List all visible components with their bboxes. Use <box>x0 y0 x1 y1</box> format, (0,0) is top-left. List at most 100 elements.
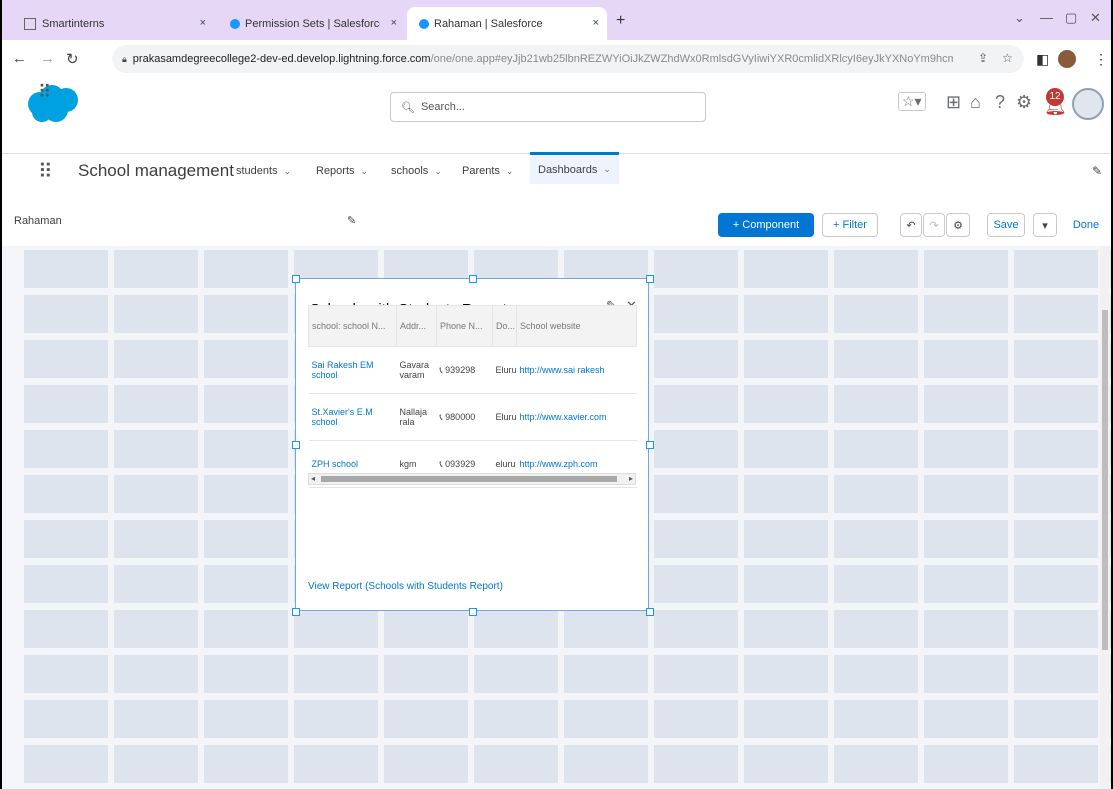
school-name-link[interactable]: Sai Rakesh EM school <box>308 346 397 394</box>
salesforce-logo-icon[interactable] <box>26 84 82 124</box>
redo-button[interactable]: ↷ <box>923 213 945 237</box>
website-link[interactable]: http://www.xavier.com <box>516 393 637 441</box>
column-header[interactable]: school: school N... <box>308 305 397 347</box>
phone-value: 939298 <box>445 364 476 375</box>
minimize-icon[interactable]: — <box>1040 10 1053 25</box>
phone-cell[interactable]: 📞︎ 939298 <box>436 346 493 394</box>
grid-cell <box>834 700 918 738</box>
district-cell: Eluru <box>492 346 517 394</box>
tab-permission-sets[interactable]: Permission Sets | Salesforce × <box>220 7 405 40</box>
grid-cell <box>24 385 108 423</box>
grid-cell <box>744 475 828 513</box>
extension-icon[interactable]: ◧ <box>1036 51 1049 68</box>
new-tab-button[interactable]: + <box>616 12 625 30</box>
maximize-icon[interactable]: ▢ <box>1065 10 1077 26</box>
grid-cell <box>204 250 288 288</box>
horizontal-scrollbar[interactable]: ◂ ▸ <box>308 473 636 485</box>
favorites-icon[interactable]: ☆▾ <box>898 92 926 111</box>
chevron-down-icon[interactable]: ⌄ <box>361 166 369 177</box>
add-filter-button[interactable]: + Filter <box>822 213 878 237</box>
close-icon[interactable]: × <box>593 17 599 29</box>
grid-cell <box>654 475 738 513</box>
resize-handle[interactable] <box>469 608 477 616</box>
scroll-thumb[interactable] <box>321 476 617 482</box>
tab-search-icon[interactable]: ⌄ <box>1014 10 1025 26</box>
resize-handle[interactable] <box>292 275 300 283</box>
help-icon[interactable]: ? <box>995 92 1005 113</box>
resize-handle[interactable] <box>292 441 300 449</box>
url-path: /one/one.app#eyJjb21wb25lbnREZWYiOiJkZWZ… <box>430 53 953 65</box>
setup-gear-icon[interactable]: ⚙ <box>1016 92 1032 113</box>
column-header[interactable]: School website <box>516 305 637 347</box>
resize-handle[interactable] <box>292 608 300 616</box>
nav-item-dashboards[interactable]: Dashboards ⌄ <box>530 152 619 184</box>
bookmark-star-icon[interactable]: ☆ <box>1002 51 1013 65</box>
forward-icon[interactable]: → <box>40 50 55 67</box>
close-icon[interactable]: × <box>200 17 206 29</box>
phone-icon: 📞︎ <box>439 364 443 375</box>
grid-cell <box>204 520 288 558</box>
grid-cell <box>384 700 468 738</box>
resize-handle[interactable] <box>646 441 654 449</box>
scroll-thumb[interactable] <box>1102 310 1108 650</box>
chevron-down-icon[interactable]: ⌄ <box>506 166 514 177</box>
nav-item-schools[interactable]: schools ⌄ <box>391 165 442 177</box>
report-component[interactable]: Schools with Students Report ✎ ✕ school:… <box>292 275 654 616</box>
back-icon[interactable]: ← <box>12 50 27 67</box>
window-close-icon[interactable]: ✕ <box>1090 10 1101 26</box>
chevron-down-icon[interactable]: ⌄ <box>284 166 292 177</box>
global-search-input[interactable]: 🔍︎ Search... <box>390 92 706 122</box>
tab-rahaman[interactable]: Rahaman | Salesforce × <box>407 7 607 40</box>
chevron-down-icon[interactable]: ⌄ <box>603 164 611 175</box>
save-menu-chevron-button[interactable]: ▾ <box>1033 213 1057 237</box>
undo-button[interactable]: ↶ <box>900 213 922 237</box>
scroll-right-icon[interactable]: ▸ <box>629 474 633 483</box>
grid-cell <box>1014 520 1098 558</box>
scroll-left-icon[interactable]: ◂ <box>311 474 315 483</box>
column-header[interactable]: Do... <box>492 305 517 347</box>
nav-item-reports[interactable]: Reports ⌄ <box>316 165 368 177</box>
phone-icon: 📞︎ <box>439 411 443 422</box>
grid-cell <box>744 430 828 468</box>
tab-smartinterns[interactable]: Smartinterns × <box>14 7 214 40</box>
grid-cell <box>1014 250 1098 288</box>
grid-cell <box>924 340 1008 378</box>
done-button[interactable]: Done <box>1066 213 1106 237</box>
settings-gear-button[interactable]: ⚙ <box>946 213 970 237</box>
url-field[interactable]: 🔒︎ prakasamdegreecollege2-dev-ed.develop… <box>112 45 1024 73</box>
add-component-button[interactable]: + Component <box>718 213 814 237</box>
resize-handle[interactable] <box>646 608 654 616</box>
phone-cell[interactable]: 📞︎ 980000 <box>436 393 493 441</box>
website-link[interactable]: http://www.sai rakesh <box>516 346 637 394</box>
grid-cell <box>204 700 288 738</box>
resize-handle[interactable] <box>469 275 477 283</box>
grid-cell <box>1014 610 1098 648</box>
grid-cell <box>474 700 558 738</box>
column-header[interactable]: Addr... <box>396 305 437 347</box>
app-launcher-icon[interactable]: ⠿ <box>38 82 51 103</box>
school-name-link[interactable]: St.Xavier's E.M school <box>308 393 397 441</box>
save-button[interactable]: Save <box>987 213 1025 237</box>
share-icon[interactable]: ⇪ <box>978 51 988 65</box>
nav-item-parents[interactable]: Parents ⌄ <box>462 165 513 177</box>
edit-nav-pencil-icon[interactable]: ✎ <box>1092 164 1102 178</box>
edit-name-pencil-icon[interactable]: ✎ <box>347 214 356 227</box>
view-report-link[interactable]: View Report (Schools with Students Repor… <box>308 581 503 592</box>
grid-cell <box>24 745 108 783</box>
trailhead-icon[interactable]: ⌂ <box>970 92 981 113</box>
vertical-scrollbar[interactable] <box>1100 246 1110 789</box>
reload-icon[interactable]: ↻ <box>66 50 79 68</box>
resize-handle[interactable] <box>646 275 654 283</box>
nav-item-students[interactable]: students ⌄ <box>236 165 291 177</box>
close-icon[interactable]: × <box>391 17 397 29</box>
add-icon[interactable]: ⊞ <box>946 92 961 113</box>
user-avatar[interactable] <box>1072 88 1104 120</box>
chevron-down-icon[interactable]: ⌄ <box>434 166 442 177</box>
menu-kebab-icon[interactable]: ⋮ <box>1094 51 1108 68</box>
profile-avatar-icon[interactable] <box>1058 50 1076 68</box>
column-header[interactable]: Phone N... <box>436 305 493 347</box>
grid-cell <box>474 655 558 693</box>
grid-cell <box>654 430 738 468</box>
app-launcher-icon[interactable]: ⠿ <box>38 159 53 184</box>
nav-label: schools <box>391 165 429 177</box>
